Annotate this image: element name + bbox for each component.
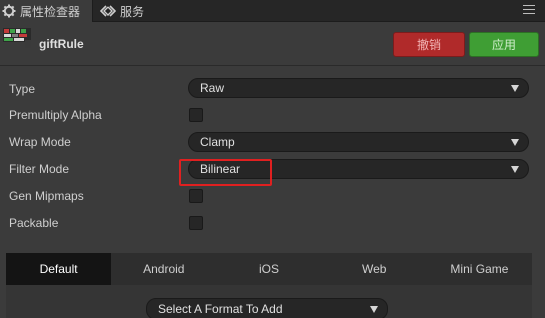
gen-mipmaps-label: Gen Mipmaps — [9, 189, 84, 203]
tab-inspector[interactable]: 属性检查器 — [0, 0, 93, 22]
type-select[interactable]: Raw — [188, 78, 529, 98]
gen-mipmaps-checkbox[interactable] — [189, 189, 203, 203]
wrap-mode-label: Wrap Mode — [9, 135, 71, 149]
tab-mini-game[interactable]: Mini Game — [427, 253, 532, 285]
wrap-mode-select-value: Clamp — [200, 135, 235, 149]
tab-services-label: 服务 — [120, 4, 145, 19]
tab-default[interactable]: Default — [6, 253, 112, 285]
asset-name: giftRule — [39, 37, 84, 51]
chevron-down-icon — [511, 85, 519, 92]
panel-menu-icon[interactable] — [523, 5, 535, 15]
tab-ios[interactable]: iOS — [216, 253, 321, 285]
chevron-down-icon — [511, 166, 519, 173]
revert-button[interactable]: 撤销 — [393, 32, 465, 57]
format-select[interactable]: Select A Format To Add — [146, 298, 388, 318]
chevron-down-icon — [370, 306, 378, 313]
platform-tab-bar: Default Android iOS Web Mini Game — [6, 253, 532, 285]
panel-tab-bar: 属性检查器 服务 — [0, 0, 545, 22]
tab-web[interactable]: Web — [322, 253, 427, 285]
premultiply-alpha-label: Premultiply Alpha — [9, 108, 102, 122]
filter-mode-select-value: Bilinear — [200, 162, 241, 176]
type-select-value: Raw — [200, 81, 225, 95]
services-icon — [100, 3, 116, 19]
type-label: Type — [9, 82, 36, 96]
filter-mode-label: Filter Mode — [9, 162, 70, 176]
tab-services[interactable]: 服务 — [100, 0, 144, 22]
wrap-mode-select[interactable]: Clamp — [188, 132, 529, 152]
gear-icon — [1, 3, 17, 19]
chevron-down-icon — [511, 139, 519, 146]
tab-inspector-label: 属性检查器 — [20, 4, 81, 19]
header-divider — [0, 65, 545, 66]
filter-mode-select[interactable]: Bilinear — [188, 159, 529, 179]
tab-android[interactable]: Android — [111, 253, 216, 285]
apply-button[interactable]: 应用 — [469, 32, 539, 57]
format-select-label: Select A Format To Add — [158, 302, 283, 316]
premultiply-alpha-checkbox[interactable] — [189, 108, 203, 122]
texture-thumbnail-icon — [3, 28, 31, 48]
packable-label: Packable — [9, 216, 59, 230]
packable-checkbox[interactable] — [189, 216, 203, 230]
